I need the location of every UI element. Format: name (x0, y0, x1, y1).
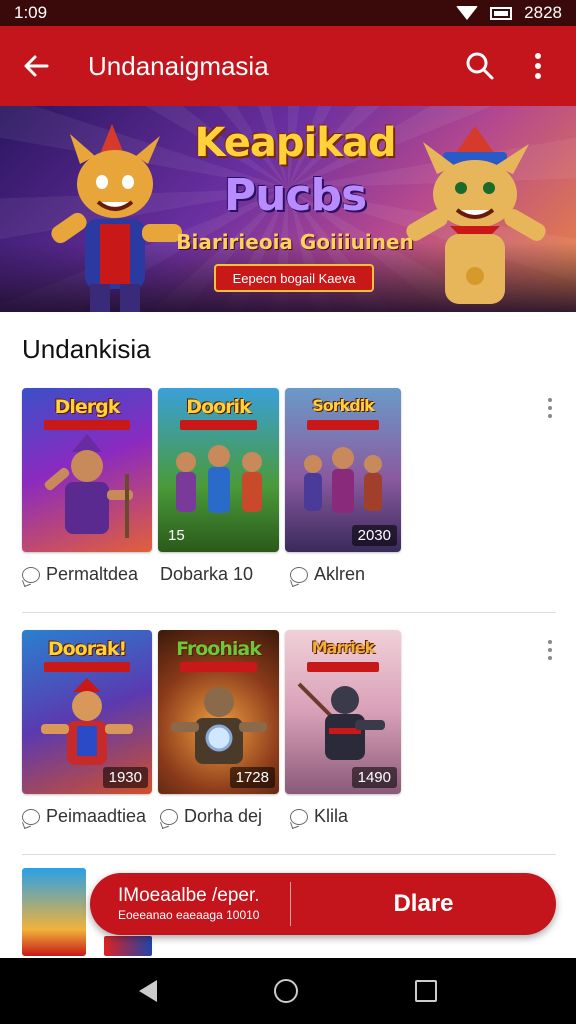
video-count: 15 (168, 527, 185, 544)
banner-cta[interactable]: Eepecn bogail Kaeva (214, 264, 374, 292)
thumbnail-strip (180, 662, 257, 672)
overflow-menu-button[interactable] (518, 46, 558, 86)
meta-item[interactable]: Klila (290, 806, 348, 827)
app-bar: Undanaigmasia (0, 26, 576, 106)
video-thumbnail[interactable]: Dlergk (22, 388, 152, 552)
thumbnail-strip (44, 662, 130, 672)
meta-item[interactable]: Aklren (290, 564, 365, 585)
search-button[interactable] (460, 46, 500, 86)
warrior-figure-icon (41, 678, 133, 765)
thumbnail-title: Froohiak (176, 638, 262, 660)
status-time: 1:09 (14, 3, 48, 22)
floating-bar-text: IMoeaalbe /eper. Eoeeanao eaeaaga 10010 (90, 885, 290, 923)
comment-icon (160, 808, 178, 825)
thumbnail-title: Sorkdik (312, 396, 375, 415)
comment-icon (290, 808, 308, 825)
warrior-figure-icon (44, 434, 133, 538)
more-vert-icon (535, 53, 541, 79)
page-title: Undanaigmasia (88, 50, 269, 81)
meta-label: Klila (314, 806, 349, 826)
nav-recents-icon[interactable] (415, 980, 438, 1002)
comment-icon (290, 566, 308, 583)
meta-item[interactable]: Permaltdea (22, 564, 138, 585)
thumbnail-strip (180, 420, 257, 430)
warrior-figure-icon (170, 687, 267, 764)
video-thumbnail[interactable]: Froohiak 1728 (158, 630, 279, 794)
comment-icon (22, 808, 40, 825)
video-count: 1930 (102, 767, 148, 788)
meta-label: Dorha dej (184, 806, 263, 826)
row-divider (22, 612, 556, 613)
banner-character-right (406, 126, 546, 304)
floating-bar-subtitle: Eoeeanao eaeaaga 10010 (118, 908, 260, 922)
video-thumbnail[interactable]: Marriek 1490 (285, 630, 401, 794)
search-icon (466, 52, 494, 80)
more-options-icon[interactable] (540, 398, 560, 428)
more-options-icon[interactable] (540, 640, 560, 670)
meta-item[interactable]: Peimaadtiea (22, 806, 146, 827)
meta-label: Dobarka 10 (160, 564, 254, 584)
nav-home-icon[interactable] (273, 979, 298, 1003)
ninja-figure-icon (297, 682, 385, 760)
comment-icon (22, 566, 40, 583)
meta-label: Permaltdea (46, 564, 139, 584)
banner-title: Keapikad (194, 120, 397, 166)
banner-subtitle: Pucbs (223, 170, 367, 221)
floating-bar-title: IMoeaalbe /eper. (118, 885, 260, 906)
thumbnail-title: Dlergk (54, 396, 121, 418)
status-bar: 1:09 2828 (0, 0, 576, 26)
thumbnail-strip (307, 662, 379, 672)
video-thumbnail[interactable]: Doorak! 1930 (22, 630, 152, 794)
video-thumbnail-partial[interactable] (22, 868, 86, 956)
meta-label: Peimaadtiea (46, 806, 147, 826)
back-button[interactable] (18, 48, 54, 84)
video-thumbnail[interactable]: Doorik 15 (158, 388, 279, 552)
status-clock: 2828 (524, 3, 562, 22)
status-icons: 2828 (456, 3, 562, 23)
warrior-group-icon (304, 447, 382, 513)
promo-banner[interactable]: Keapikad Pucbs Biaririeoia Goiiiuinen Ee… (0, 106, 576, 312)
video-thumbnail-partial[interactable] (104, 936, 152, 956)
meta-item[interactable]: Dobarka 10 (160, 564, 253, 585)
thumbnail-group: Dlergk Doorik 15 Sorkdik 2030 (22, 388, 401, 552)
wifi-icon (456, 6, 479, 20)
video-count: 2030 (351, 525, 397, 546)
meta-item[interactable]: Dorha dej (160, 806, 262, 827)
thumbnail-title: Doorak! (47, 638, 127, 660)
battery-icon (490, 6, 513, 20)
banner-tagline: Biaririeoia Goiiiuinen (176, 230, 414, 254)
arrow-left-icon (24, 55, 49, 77)
nav-back-icon[interactable] (138, 980, 157, 1002)
video-thumbnail[interactable]: Sorkdik 2030 (285, 388, 401, 552)
video-count: 1490 (351, 767, 397, 788)
floating-action-bar: IMoeaalbe /eper. Eoeeanao eaeaaga 10010 … (90, 873, 556, 935)
floating-action-button[interactable]: Dlare (291, 890, 556, 918)
warrior-group-icon (175, 445, 262, 513)
row-divider (22, 854, 556, 855)
thumbnail-group: Doorak! 1930 Froohiak 1728 Marriek 1490 (22, 630, 401, 794)
thumbnail-strip (44, 420, 130, 430)
thumbnail-title: Doorik (186, 396, 251, 418)
meta-label: Aklren (314, 564, 366, 584)
video-count: 1728 (229, 767, 275, 788)
screen: 1:09 2828 Undanaigmasia Keapikad Pucbs B… (0, 0, 576, 1024)
thumbnail-title: Marriek (311, 638, 375, 657)
banner-character-left (51, 124, 182, 312)
thumbnail-strip (307, 420, 379, 430)
system-nav-bar (0, 958, 576, 1024)
section-title: Undankisia (22, 334, 151, 364)
